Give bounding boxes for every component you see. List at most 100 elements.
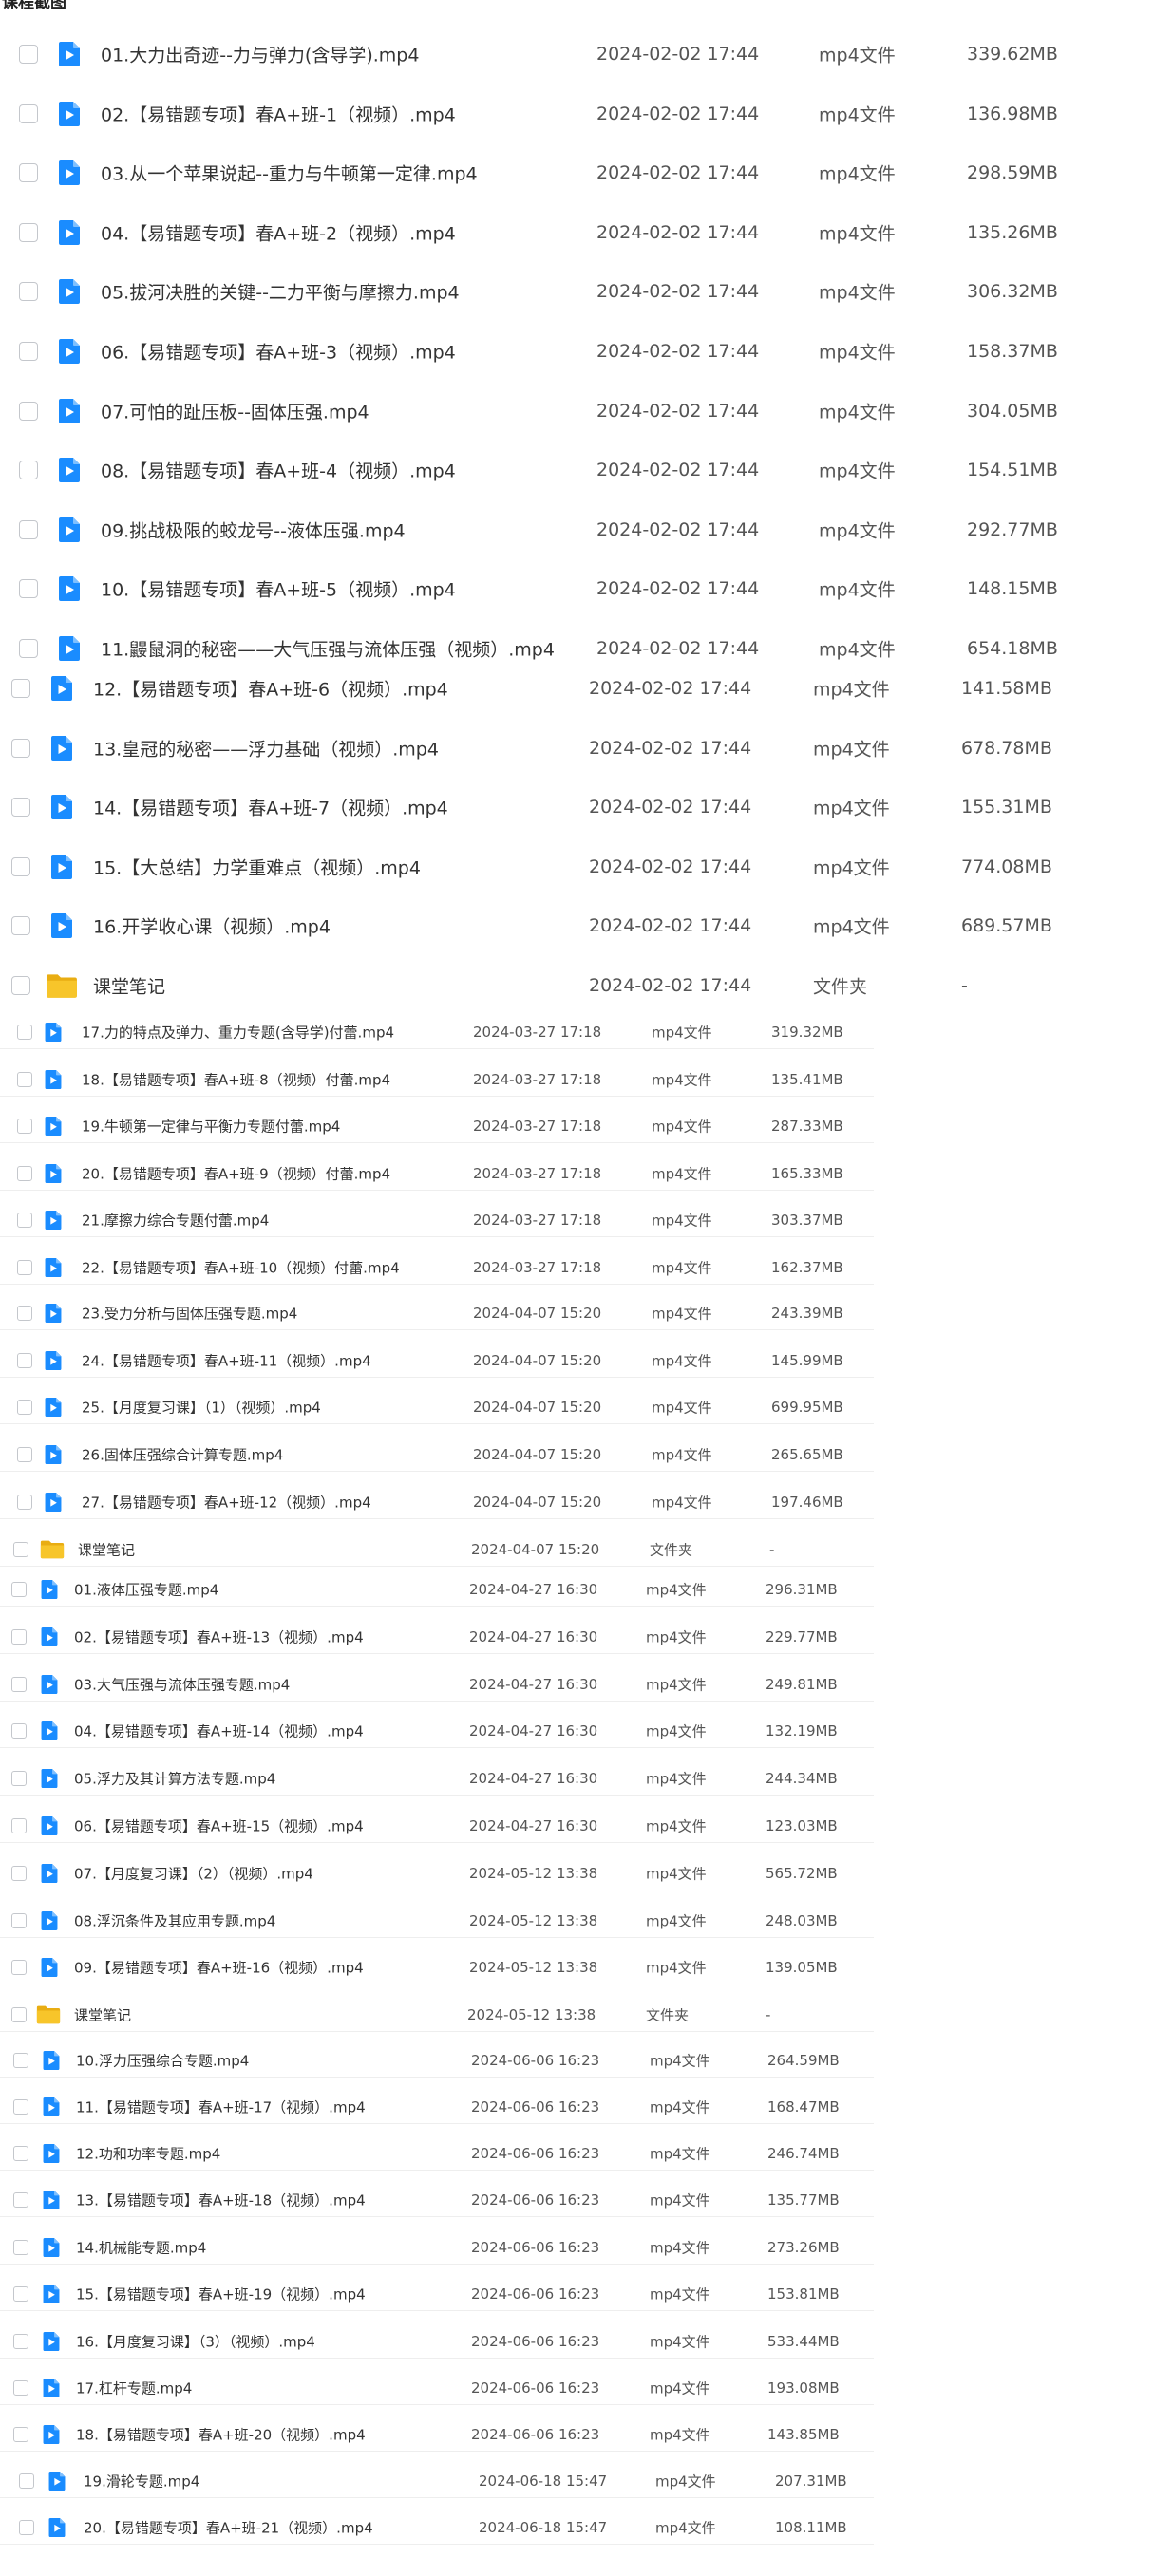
row-checkbox[interactable] — [19, 282, 38, 302]
folder-row[interactable]: 课堂笔记 2024-05-12 13:38 文件夹 - — [0, 1998, 1173, 2032]
file-name[interactable]: 17.杠杆专题.mp4 — [76, 2379, 192, 2398]
file-row[interactable]: 18.【易错题专项】春A+班-20（视频）.mp4 2024-06-06 16:2… — [0, 2417, 1173, 2452]
file-name[interactable]: 04.【易错题专项】春A+班-14（视频）.mp4 — [74, 1721, 364, 1741]
file-name[interactable]: 06.【易错题专项】春A+班-3（视频）.mp4 — [101, 339, 456, 365]
file-name[interactable]: 16.【月度复习课】（3）（视频）.mp4 — [76, 2332, 315, 2352]
file-row[interactable]: 10.【易错题专项】春A+班-5（视频）.mp4 2024-02-02 17:44… — [0, 568, 1173, 610]
row-checkbox[interactable] — [13, 2192, 28, 2208]
row-checkbox[interactable] — [19, 579, 38, 599]
file-row[interactable]: 11.鼹鼠洞的秘密——大气压强与流体压强（视频）.mp4 2024-02-02 1… — [0, 628, 1173, 669]
file-name[interactable]: 02.【易错题专项】春A+班-13（视频）.mp4 — [74, 1627, 364, 1647]
file-row[interactable]: 02.【易错题专项】春A+班-13（视频）.mp4 2024-04-27 16:3… — [0, 1620, 1173, 1654]
file-row[interactable]: 19.牛顿第一定律与平衡力专题付蕾.mp4 2024-03-27 17:18 mp4… — [0, 1109, 1173, 1143]
row-checkbox[interactable] — [11, 1913, 27, 1928]
file-name[interactable]: 21.摩擦力综合专题付蕾.mp4 — [82, 1211, 269, 1231]
file-name[interactable]: 27.【易错题专项】春A+班-12（视频）.mp4 — [82, 1493, 371, 1513]
row-checkbox[interactable] — [19, 2473, 34, 2489]
file-row[interactable]: 15.【大总结】力学重难点（视频）.mp4 2024-02-02 17:44 mp4… — [0, 846, 1173, 888]
row-checkbox[interactable] — [17, 1495, 32, 1510]
file-name[interactable]: 10.浮力压强综合专题.mp4 — [76, 2051, 249, 2071]
file-name[interactable]: 20.【易错题专项】春A+班-21（视频）.mp4 — [84, 2518, 373, 2538]
row-checkbox[interactable] — [11, 798, 30, 818]
row-checkbox[interactable] — [13, 2099, 28, 2115]
file-name[interactable]: 15.【易错题专项】春A+班-19（视频）.mp4 — [76, 2285, 366, 2304]
row-checkbox[interactable] — [17, 1353, 32, 1368]
row-checkbox[interactable] — [17, 1400, 32, 1415]
row-checkbox[interactable] — [17, 1025, 32, 1040]
file-name[interactable]: 20.【易错题专项】春A+班-9（视频）付蕾.mp4 — [82, 1164, 390, 1184]
file-name[interactable]: 12.功和功率专题.mp4 — [76, 2144, 220, 2164]
file-name[interactable]: 07.【月度复习课】（2）（视频）.mp4 — [74, 1864, 313, 1884]
file-row[interactable]: 14.【易错题专项】春A+班-7（视频）.mp4 2024-02-02 17:44… — [0, 786, 1173, 828]
file-name[interactable]: 11.鼹鼠洞的秘密——大气压强与流体压强（视频）.mp4 — [101, 636, 555, 662]
row-checkbox[interactable] — [17, 1447, 32, 1462]
file-name[interactable]: 18.【易错题专项】春A+班-8（视频）付蕾.mp4 — [82, 1070, 390, 1090]
row-checkbox[interactable] — [13, 2146, 28, 2161]
row-checkbox[interactable] — [11, 2007, 27, 2022]
file-row[interactable]: 12.【易错题专项】春A+班-6（视频）.mp4 2024-02-02 17:44… — [0, 668, 1173, 709]
file-row[interactable]: 15.【易错题专项】春A+班-19（视频）.mp4 2024-06-06 16:2… — [0, 2277, 1173, 2311]
file-name[interactable]: 24.【易错题专项】春A+班-11（视频）.mp4 — [82, 1351, 371, 1371]
file-row[interactable]: 13.【易错题专项】春A+班-18（视频）.mp4 2024-06-06 16:2… — [0, 2183, 1173, 2217]
file-row[interactable]: 03.从一个苹果说起--重力与牛顿第一定律.mp4 2024-02-02 17:4… — [0, 152, 1173, 194]
file-row[interactable]: 09.【易错题专项】春A+班-16（视频）.mp4 2024-05-12 13:3… — [0, 1950, 1173, 1984]
file-name[interactable]: 22.【易错题专项】春A+班-10（视频）付蕾.mp4 — [82, 1258, 400, 1278]
file-row[interactable]: 01.大力出奇迹--力与弹力(含导学).mp4 2024-02-02 17:44 m… — [0, 33, 1173, 75]
file-row[interactable]: 12.功和功率专题.mp4 2024-06-06 16:23 mp4文件 246.74… — [0, 2136, 1173, 2171]
file-row[interactable]: 10.浮力压强综合专题.mp4 2024-06-06 16:23 mp4文件 264.… — [0, 2043, 1173, 2078]
file-name[interactable]: 19.牛顿第一定律与平衡力专题付蕾.mp4 — [82, 1117, 340, 1137]
file-name[interactable]: 08.【易错题专项】春A+班-4（视频）.mp4 — [101, 458, 456, 483]
file-row[interactable]: 21.摩擦力综合专题付蕾.mp4 2024-03-27 17:18 mp4文件 303… — [0, 1203, 1173, 1237]
folder-row[interactable]: 课堂笔记 2024-02-02 17:44 文件夹 - — [0, 965, 1173, 1006]
file-name[interactable]: 13.【易错题专项】春A+班-18（视频）.mp4 — [76, 2191, 366, 2210]
file-row[interactable]: 20.【易错题专项】春A+班-21（视频）.mp4 2024-06-18 15:4… — [0, 2510, 1173, 2545]
file-name[interactable]: 17.力的特点及弹力、重力专题(含导学)付蕾.mp4 — [82, 1023, 394, 1043]
file-name[interactable]: 10.【易错题专项】春A+班-5（视频）.mp4 — [101, 576, 456, 602]
row-checkbox[interactable] — [19, 45, 38, 64]
row-checkbox[interactable] — [19, 2520, 34, 2535]
file-name[interactable]: 02.【易错题专项】春A+班-1（视频）.mp4 — [101, 101, 456, 126]
row-checkbox[interactable] — [11, 916, 30, 936]
row-checkbox[interactable] — [11, 1818, 27, 1833]
file-name[interactable]: 课堂笔记 — [78, 1540, 135, 1560]
file-name[interactable]: 23.受力分析与固体压强专题.mp4 — [82, 1304, 297, 1324]
row-checkbox[interactable] — [13, 1542, 28, 1557]
file-name[interactable]: 03.从一个苹果说起--重力与牛顿第一定律.mp4 — [101, 160, 478, 186]
row-checkbox[interactable] — [11, 738, 30, 758]
file-row[interactable]: 18.【易错题专项】春A+班-8（视频）付蕾.mp4 2024-03-27 17:… — [0, 1062, 1173, 1097]
file-row[interactable]: 14.机械能专题.mp4 2024-06-06 16:23 mp4文件 273.26M… — [0, 2230, 1173, 2265]
file-row[interactable]: 24.【易错题专项】春A+班-11（视频）.mp4 2024-04-07 15:2… — [0, 1344, 1173, 1378]
row-checkbox[interactable] — [11, 976, 30, 995]
file-row[interactable]: 09.挑战极限的蛟龙号--液体压强.mp4 2024-02-02 17:44 mp4… — [0, 509, 1173, 551]
file-row[interactable]: 17.力的特点及弹力、重力专题(含导学)付蕾.mp4 2024-03-27 17:… — [0, 1015, 1173, 1049]
file-row[interactable]: 22.【易错题专项】春A+班-10（视频）付蕾.mp4 2024-03-27 17… — [0, 1250, 1173, 1285]
row-checkbox[interactable] — [19, 222, 38, 242]
row-checkbox[interactable] — [17, 1119, 32, 1134]
file-row[interactable]: 03.大气压强与流体压强专题.mp4 2024-04-27 16:30 mp4文件 2… — [0, 1667, 1173, 1702]
file-row[interactable]: 06.【易错题专项】春A+班-3（视频）.mp4 2024-02-02 17:44… — [0, 330, 1173, 372]
file-row[interactable]: 17.杠杆专题.mp4 2024-06-06 16:23 mp4文件 193.08MB — [0, 2371, 1173, 2405]
file-row[interactable]: 25.【月度复习课】（1）（视频）.mp4 2024-04-07 15:20 mp4… — [0, 1390, 1173, 1424]
file-row[interactable]: 05.拔河决胜的关键--二力平衡与摩擦力.mp4 2024-02-02 17:44… — [0, 271, 1173, 312]
row-checkbox[interactable] — [11, 856, 30, 876]
row-checkbox[interactable] — [11, 679, 30, 698]
file-row[interactable]: 05.浮力及其计算方法专题.mp4 2024-04-27 16:30 mp4文件 24… — [0, 1761, 1173, 1796]
file-name[interactable]: 07.可怕的趾压板--固体压强.mp4 — [101, 398, 369, 423]
file-row[interactable]: 26.固体压强综合计算专题.mp4 2024-04-07 15:20 mp4文件 26… — [0, 1438, 1173, 1472]
file-name[interactable]: 课堂笔记 — [74, 2005, 131, 2025]
row-checkbox[interactable] — [19, 342, 38, 361]
file-name[interactable]: 08.浮沉条件及其应用专题.mp4 — [74, 1911, 275, 1931]
file-row[interactable]: 04.【易错题专项】春A+班-14（视频）.mp4 2024-04-27 16:3… — [0, 1714, 1173, 1748]
file-row[interactable]: 13.皇冠的秘密——浮力基础（视频）.mp4 2024-02-02 17:44 mp… — [0, 727, 1173, 769]
file-row[interactable]: 06.【易错题专项】春A+班-15（视频）.mp4 2024-04-27 16:3… — [0, 1809, 1173, 1843]
file-name[interactable]: 课堂笔记 — [93, 973, 165, 999]
file-name[interactable]: 26.固体压强综合计算专题.mp4 — [82, 1445, 283, 1465]
file-name[interactable]: 25.【月度复习课】（1）（视频）.mp4 — [82, 1398, 321, 1418]
file-row[interactable]: 16.【月度复习课】（3）（视频）.mp4 2024-06-06 16:23 mp4… — [0, 2324, 1173, 2359]
file-row[interactable]: 20.【易错题专项】春A+班-9（视频）付蕾.mp4 2024-03-27 17:… — [0, 1156, 1173, 1191]
row-checkbox[interactable] — [19, 461, 38, 480]
file-name[interactable]: 15.【大总结】力学重难点（视频）.mp4 — [93, 854, 421, 879]
file-row[interactable]: 02.【易错题专项】春A+班-1（视频）.mp4 2024-02-02 17:44… — [0, 93, 1173, 135]
file-row[interactable]: 07.【月度复习课】（2）（视频）.mp4 2024-05-12 13:38 mp4… — [0, 1856, 1173, 1890]
file-row[interactable]: 01.液体压强专题.mp4 2024-04-27 16:30 mp4文件 296.31… — [0, 1572, 1173, 1607]
